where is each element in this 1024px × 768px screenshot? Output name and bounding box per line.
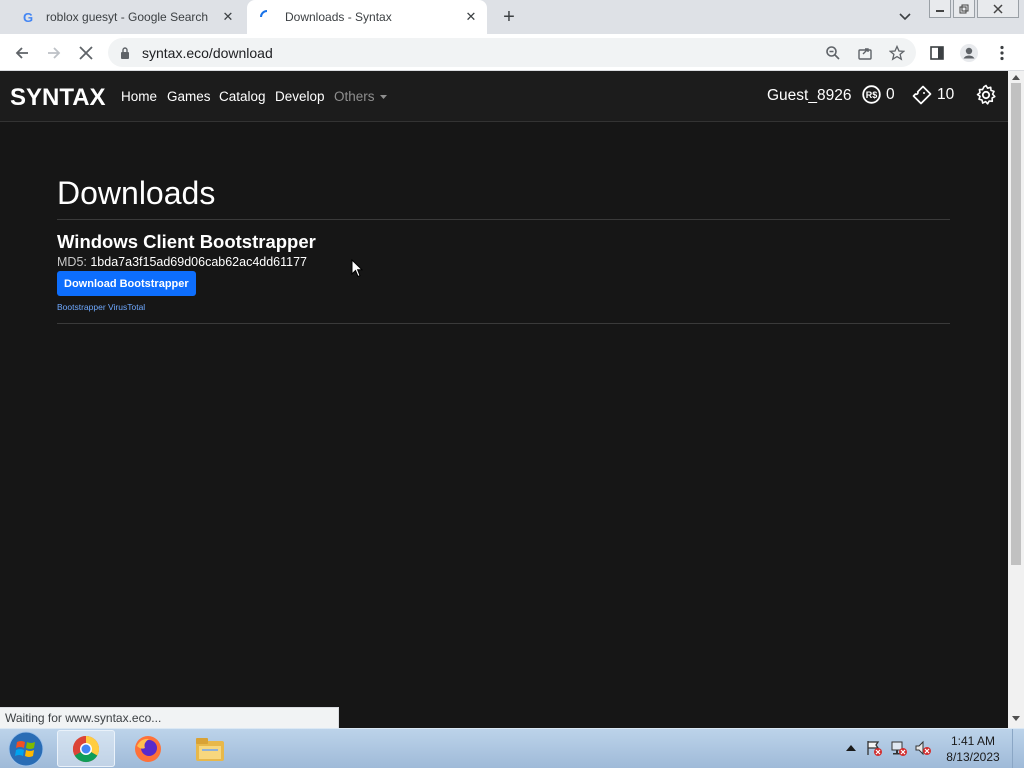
close-tab-icon[interactable]: ✕	[461, 7, 481, 27]
clock-date: 8/13/2023	[946, 750, 1000, 764]
section-title: Windows Client Bootstrapper	[57, 231, 316, 252]
ticket-icon	[912, 85, 932, 105]
robux-icon: R$	[862, 85, 881, 104]
menu-kebab-icon[interactable]	[988, 39, 1016, 67]
md5-line: MD5: 1bda7a3f15ad69d06cab62ac4dd61177	[57, 255, 307, 269]
profile-avatar-icon[interactable]	[955, 39, 983, 67]
robux-count: 0	[886, 85, 895, 103]
download-bootstrapper-button[interactable]: Download Bootstrapper	[57, 271, 196, 296]
scroll-down-arrow-icon[interactable]	[1012, 716, 1020, 721]
nav-catalog[interactable]: Catalog	[219, 89, 266, 104]
page-scrollbar[interactable]	[1008, 71, 1024, 728]
tab-google-search[interactable]: G roblox guesyt - Google Search ✕	[8, 0, 244, 34]
share-icon[interactable]	[856, 44, 874, 62]
tab-title: Downloads - Syntax	[285, 10, 392, 24]
divider	[57, 323, 950, 324]
close-tab-icon[interactable]: ✕	[218, 7, 238, 27]
username[interactable]: Guest_8926	[767, 87, 851, 105]
volume-muted-icon[interactable]	[914, 739, 932, 757]
forward-arrow-icon[interactable]	[40, 39, 68, 67]
virustotal-link[interactable]: Bootstrapper VirusTotal	[57, 302, 145, 312]
show-desktop-button[interactable]	[1012, 729, 1024, 768]
nav-others-label: Others	[334, 89, 375, 104]
md5-hash: 1bda7a3f15ad69d06cab62ac4dd61177	[90, 255, 308, 269]
windows-taskbar: 1:41 AM 8/13/2023	[0, 728, 1024, 768]
window-close-icon[interactable]	[977, 0, 1019, 18]
new-tab-button[interactable]: +	[496, 5, 522, 29]
google-icon: G	[22, 9, 34, 25]
tab-title: roblox guesyt - Google Search	[46, 10, 209, 24]
page-title: Downloads	[57, 175, 216, 211]
md5-label: MD5:	[57, 255, 87, 269]
address-bar[interactable]: syntax.eco/download	[108, 38, 916, 67]
mouse-cursor-icon	[351, 258, 364, 283]
divider	[57, 219, 950, 220]
clock-time: 1:41 AM	[950, 734, 996, 748]
tab-downloads[interactable]: Downloads - Syntax ✕	[247, 0, 487, 34]
minimize-icon[interactable]	[929, 0, 951, 18]
stop-loading-icon[interactable]	[72, 39, 100, 67]
action-center-flag-icon[interactable]	[865, 739, 883, 757]
taskbar-firefox-icon[interactable]	[119, 730, 177, 767]
caret-down-icon	[379, 94, 387, 99]
start-button-icon[interactable]	[6, 731, 46, 767]
tab-strip: G roblox guesyt - Google Search ✕ Downlo…	[0, 0, 1024, 34]
site-navbar: SYNTAX Home Games Catalog Develop Others…	[0, 71, 1008, 122]
bookmark-star-icon[interactable]	[888, 44, 906, 62]
taskbar-chrome-icon[interactable]	[57, 730, 115, 767]
tab-search-chevron-icon[interactable]	[893, 7, 917, 27]
tray-show-hidden-icon[interactable]	[842, 739, 860, 757]
taskbar-file-explorer-icon[interactable]	[181, 730, 239, 767]
system-clock[interactable]: 1:41 AM 8/13/2023	[940, 733, 1006, 765]
loading-spinner-icon	[259, 9, 275, 25]
network-icon[interactable]	[890, 739, 908, 757]
url-text[interactable]: syntax.eco/download	[142, 45, 273, 61]
back-arrow-icon[interactable]	[8, 39, 36, 67]
lock-icon[interactable]	[120, 46, 130, 64]
tickets-count: 10	[937, 86, 955, 103]
main-content: Downloads Windows Client Bootstrapper MD…	[0, 122, 1008, 728]
status-bubble: Waiting for www.syntax.eco...	[0, 707, 339, 728]
scroll-up-arrow-icon[interactable]	[1012, 75, 1020, 80]
robux-balance[interactable]: R$ 0	[862, 85, 895, 104]
settings-gear-icon[interactable]	[975, 84, 997, 111]
side-panel-icon[interactable]	[923, 39, 951, 67]
restore-icon[interactable]	[953, 0, 975, 18]
nav-develop[interactable]: Develop	[275, 89, 325, 104]
tickets-balance[interactable]: 10	[912, 85, 954, 105]
nav-games[interactable]: Games	[167, 89, 211, 104]
svg-text:R$: R$	[866, 90, 878, 100]
browser-toolbar: syntax.eco/download	[0, 34, 1024, 71]
nav-others-dropdown[interactable]: Others	[334, 89, 387, 104]
scrollbar-thumb[interactable]	[1011, 83, 1021, 565]
zoom-icon[interactable]	[824, 44, 842, 62]
nav-home[interactable]: Home	[121, 89, 157, 104]
syntax-logo[interactable]: SYNTAX	[10, 84, 106, 112]
